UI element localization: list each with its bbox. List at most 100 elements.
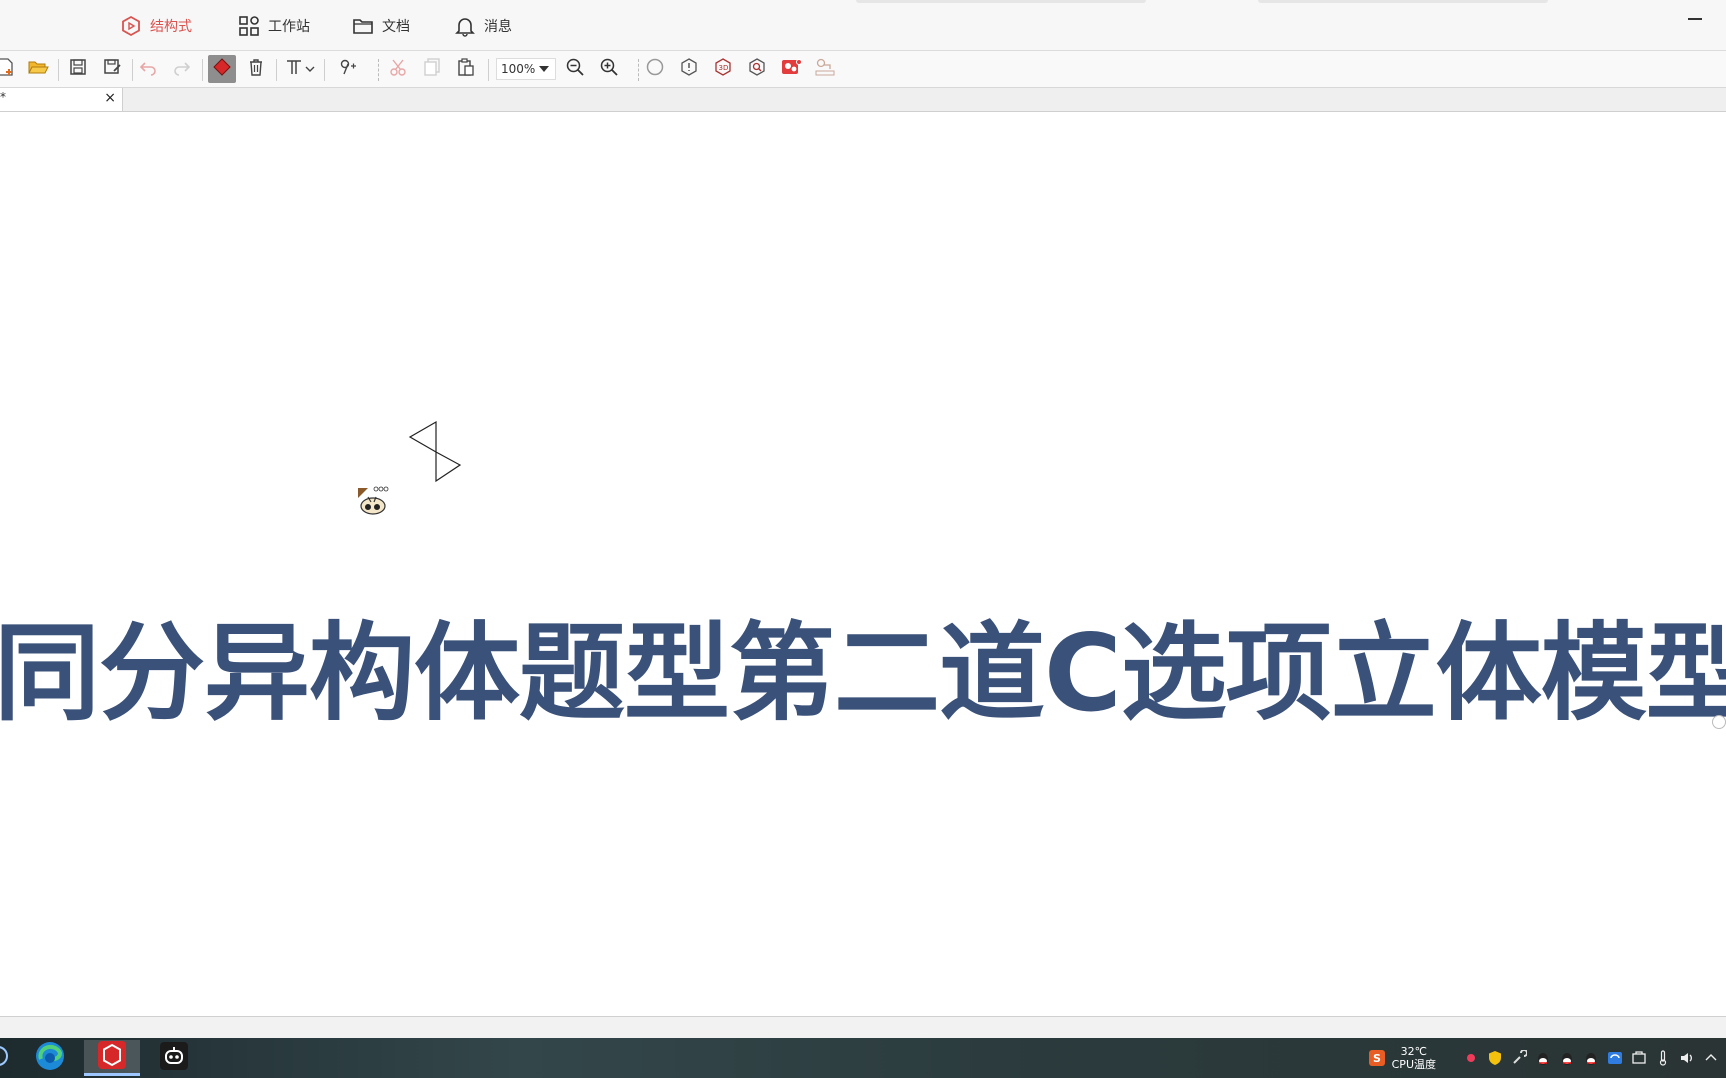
thermometer-icon[interactable] [1654, 1049, 1672, 1067]
bell-icon [454, 15, 476, 37]
eraser-icon [212, 57, 232, 81]
close-icon[interactable]: × [104, 90, 116, 106]
edge-browser-icon [33, 1039, 67, 1077]
info-button[interactable] [677, 57, 701, 81]
svg-text:S: S [1373, 1052, 1381, 1065]
search-mol-icon [747, 57, 767, 81]
device-icon[interactable] [1630, 1049, 1648, 1067]
toolbar: 100% 3D [0, 51, 1726, 88]
network-app-icon[interactable] [1606, 1049, 1624, 1067]
paste-button[interactable] [454, 57, 478, 81]
kingdraw-icon [96, 1039, 128, 1075]
zoom-in-icon [599, 57, 619, 81]
nav-documents-label: 文档 [382, 19, 410, 35]
formula-icon [338, 57, 358, 81]
start-icon [0, 1045, 9, 1071]
bowtie-structure[interactable] [408, 420, 464, 486]
3d-button[interactable]: 3D [711, 57, 735, 81]
status-bar [0, 1016, 1726, 1039]
3d-icon: 3D [713, 57, 733, 81]
qq-icon[interactable] [1534, 1049, 1552, 1067]
zoom-in-button[interactable] [597, 57, 621, 81]
cut-button[interactable] [386, 57, 410, 81]
separator [378, 59, 380, 81]
separator [488, 59, 489, 81]
redo-icon [172, 57, 192, 81]
copy-icon [422, 57, 442, 81]
qq-icon[interactable] [1558, 1049, 1576, 1067]
scroll-indicator[interactable] [1712, 715, 1726, 729]
circle-button[interactable] [643, 57, 667, 81]
redo-button[interactable] [170, 57, 194, 81]
name-button[interactable] [813, 57, 837, 81]
minimize-button[interactable] [1688, 18, 1702, 20]
separator [202, 59, 203, 81]
new-icon [0, 57, 16, 81]
open-button[interactable] [26, 57, 50, 81]
separator [276, 59, 277, 81]
svg-text:3D: 3D [719, 64, 729, 72]
nav-structure-label: 结构式 [150, 19, 192, 35]
text-dropdown[interactable] [303, 57, 317, 81]
formula-button[interactable] [336, 57, 360, 81]
nav-messages[interactable]: 消息 [454, 13, 512, 39]
qq-icon[interactable] [1582, 1049, 1600, 1067]
cpu-temp-label: CPU温度 [1391, 1058, 1436, 1071]
cut-icon [388, 57, 408, 81]
grid-icon [238, 15, 260, 37]
tools-icon[interactable] [1510, 1049, 1528, 1067]
drawing-canvas[interactable]: 同分异构体题型第二道C选项立体模型 [0, 112, 1726, 1016]
chevron-up-icon[interactable] [1702, 1049, 1720, 1067]
top-navigation: 结构式 工作站 文档 消息 [0, 0, 1726, 51]
undo-icon [138, 57, 158, 81]
hidden-tab [856, 0, 1146, 3]
hexagon-icon [120, 15, 142, 37]
record-icon[interactable] [1462, 1049, 1480, 1067]
search-molecule-button[interactable] [745, 57, 769, 81]
zoom-select[interactable]: 100% [496, 58, 556, 80]
save-as-icon [102, 57, 122, 81]
zoom-value: 100% [501, 62, 536, 76]
cpu-temperature[interactable]: 32℃ CPU温度 [1392, 1045, 1436, 1071]
separator [324, 59, 325, 81]
taskbar-kingdraw[interactable] [84, 1040, 140, 1076]
copy-button[interactable] [420, 57, 444, 81]
nav-workstation[interactable]: 工作站 [238, 13, 310, 39]
zoom-out-icon [565, 57, 585, 81]
document-tab[interactable]: * × [0, 88, 123, 111]
undo-button[interactable] [136, 57, 160, 81]
document-tab-label: * [0, 90, 6, 104]
nav-messages-label: 消息 [484, 19, 512, 35]
folder-icon [352, 15, 374, 37]
eraser-cursor-icon [358, 486, 389, 515]
nav-workstation-label: 工作站 [268, 19, 310, 35]
taskbar-bot-app[interactable] [146, 1040, 202, 1076]
hidden-tab [1258, 0, 1548, 3]
open-icon [27, 57, 49, 81]
chevron-down-icon [304, 60, 316, 79]
taskbar-edge[interactable] [22, 1040, 78, 1076]
volume-icon[interactable] [1678, 1049, 1696, 1067]
delete-button[interactable] [244, 57, 268, 81]
document-tab-bar: * × [0, 88, 1726, 112]
new-button[interactable] [0, 57, 18, 81]
nav-structure[interactable]: 结构式 [120, 13, 192, 39]
text-icon [284, 57, 304, 81]
cpu-temp-value: 32℃ [1400, 1045, 1427, 1058]
sogou-input-icon[interactable]: S [1368, 1049, 1386, 1067]
info-icon [679, 57, 699, 81]
image-button[interactable] [779, 57, 803, 81]
nav-documents[interactable]: 文档 [352, 13, 410, 39]
delete-icon [246, 57, 266, 81]
separator [638, 59, 640, 81]
zoom-out-button[interactable] [563, 57, 587, 81]
shield-icon[interactable] [1486, 1049, 1504, 1067]
headline-text: 同分异构体题型第二道C选项立体模型 [0, 612, 1726, 735]
eraser-button[interactable] [208, 55, 236, 83]
save-button[interactable] [66, 57, 90, 81]
save-as-button[interactable] [100, 57, 124, 81]
chevron-down-icon [539, 66, 549, 72]
save-icon [68, 57, 88, 81]
paste-icon [456, 57, 476, 81]
system-tray: S 32℃ CPU温度 [1368, 1038, 1726, 1078]
